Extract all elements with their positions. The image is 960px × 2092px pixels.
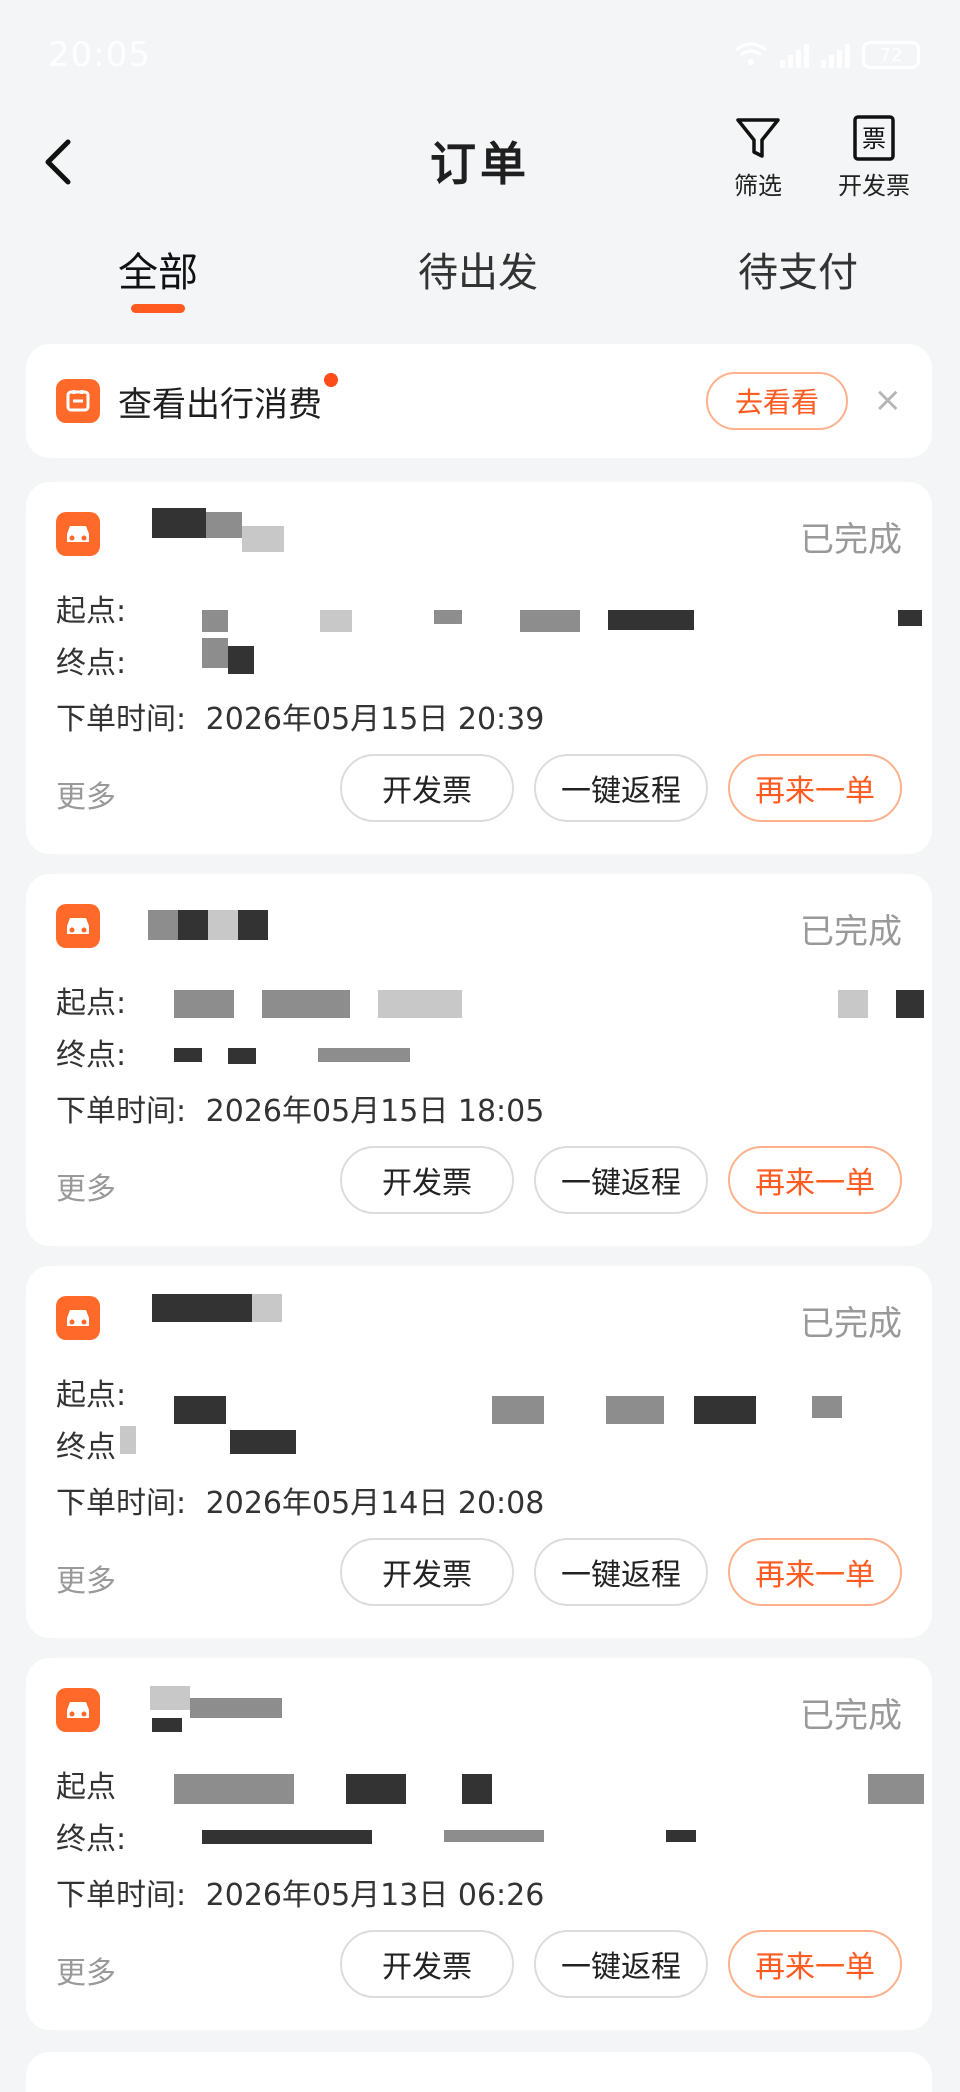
car-icon	[56, 512, 100, 556]
more-button[interactable]: 更多	[56, 1556, 116, 1600]
start-label: 起点:	[56, 594, 127, 629]
order-again-button[interactable]: 再来一单	[728, 1930, 902, 1998]
nav-invoice-button[interactable]: 票 开发票	[838, 114, 910, 201]
order-time-value: 2026年05月15日 20:39	[205, 702, 545, 737]
filter-label: 筛选	[734, 172, 782, 200]
tab-pending-payment-label: 待支付	[738, 250, 858, 296]
signal-icon	[780, 42, 809, 68]
travel-spending-banner[interactable]: 查看出行消费 去看看 ×	[26, 344, 932, 458]
status-time: 20:05	[48, 35, 151, 75]
invoice-icon-glyph: 票	[862, 125, 886, 153]
order-again-button[interactable]: 再来一单	[728, 1538, 902, 1606]
order-status: 已完成	[800, 1304, 902, 1344]
order-time: 下单时间: 2026年05月15日 18:05	[56, 1086, 544, 1130]
more-button[interactable]: 更多	[56, 772, 116, 816]
order-again-button[interactable]: 再来一单	[728, 1146, 902, 1214]
start-label: 起点:	[56, 1378, 127, 1413]
order-card[interactable]: 已完成 起点: 终点: 下单时间: 2026年05月15日 20:39 更多 开…	[26, 482, 932, 854]
redacted-order-name	[114, 1684, 284, 1736]
order-card[interactable]: 已完成 起点: 终点 下单时间: 2026年05月14日 20:08 更多 开发…	[26, 1266, 932, 1638]
tab-pending-departure-label: 待出发	[418, 250, 538, 296]
order-time: 下单时间: 2026年05月15日 20:39	[56, 694, 544, 738]
redacted-order-name	[114, 508, 284, 560]
order-time-label: 下单时间:	[56, 702, 187, 737]
page-title: 订单	[430, 137, 530, 191]
order-again-button[interactable]: 再来一单	[728, 754, 902, 822]
car-icon	[56, 1296, 100, 1340]
return-trip-button[interactable]: 一键返程	[534, 1930, 708, 1998]
close-icon[interactable]: ×	[874, 380, 903, 420]
go-see-button[interactable]: 去看看	[706, 372, 848, 430]
order-time-label: 下单时间:	[56, 1878, 187, 1913]
car-icon	[56, 1688, 100, 1732]
tab-all[interactable]: 全部	[118, 240, 198, 313]
order-status: 已完成	[800, 1696, 902, 1736]
order-card[interactable]: 已完成 起点 终点: 下单时间: 2026年05月13日 06:26 更多 开发…	[26, 1658, 932, 2030]
order-card-partial[interactable]	[26, 2052, 932, 2092]
order-status: 已完成	[800, 520, 902, 560]
order-status: 已完成	[800, 912, 902, 952]
order-time-label: 下单时间:	[56, 1486, 187, 1521]
invoice-button[interactable]: 开发票	[340, 1146, 514, 1214]
return-trip-button[interactable]: 一键返程	[534, 754, 708, 822]
order-time: 下单时间: 2026年05月14日 20:08	[56, 1478, 544, 1522]
return-trip-button[interactable]: 一键返程	[534, 1538, 708, 1606]
notification-dot	[324, 372, 338, 387]
car-icon	[56, 904, 100, 948]
end-label: 终点:	[56, 1822, 127, 1857]
order-time-value: 2026年05月14日 20:08	[205, 1486, 545, 1521]
battery-icon: 72	[862, 41, 920, 69]
filter-button[interactable]: 筛选	[734, 114, 782, 201]
tab-bar: 全部 待出发 待支付	[0, 230, 960, 320]
redacted-order-name	[114, 900, 284, 952]
order-card[interactable]: 已完成 起点: 终点: 下单时间: 2026年05月15日 18:05 更多 开…	[26, 874, 932, 1246]
invoice-icon: 票	[853, 115, 895, 161]
signal-icon-2	[821, 42, 850, 68]
more-button[interactable]: 更多	[56, 1948, 116, 1992]
end-label: 终点:	[56, 1038, 127, 1073]
tab-pending-payment[interactable]: 待支付	[738, 240, 858, 298]
more-button[interactable]: 更多	[56, 1164, 116, 1208]
wifi-icon	[735, 42, 767, 65]
order-time-value: 2026年05月13日 06:26	[205, 1878, 545, 1913]
banner-text: 查看出行消费	[118, 384, 322, 425]
redacted-order-name	[114, 1292, 284, 1344]
nav-bar: 订单 筛选 票 开发票	[0, 110, 960, 230]
order-time: 下单时间: 2026年05月13日 06:26	[56, 1870, 544, 1914]
tab-active-indicator	[131, 304, 185, 313]
invoice-button[interactable]: 开发票	[340, 754, 514, 822]
end-label: 终点:	[56, 646, 127, 681]
banner-text-wrap: 查看出行消费	[118, 372, 338, 426]
invoice-button[interactable]: 开发票	[340, 1930, 514, 1998]
end-label: 终点	[56, 1430, 116, 1465]
tab-all-label: 全部	[118, 250, 198, 296]
start-label: 起点	[56, 1770, 116, 1805]
tab-pending-departure[interactable]: 待出发	[418, 240, 538, 298]
status-icons: 72	[734, 41, 920, 69]
order-time-label: 下单时间:	[56, 1094, 187, 1129]
invoice-button[interactable]: 开发票	[340, 1538, 514, 1606]
wallet-icon	[56, 379, 100, 423]
start-label: 起点:	[56, 986, 127, 1021]
return-trip-button[interactable]: 一键返程	[534, 1146, 708, 1214]
status-bar: 20:05 72	[0, 0, 960, 110]
nav-invoice-label: 开发票	[838, 172, 910, 200]
filter-icon	[736, 118, 780, 158]
order-time-value: 2026年05月15日 18:05	[205, 1094, 545, 1129]
